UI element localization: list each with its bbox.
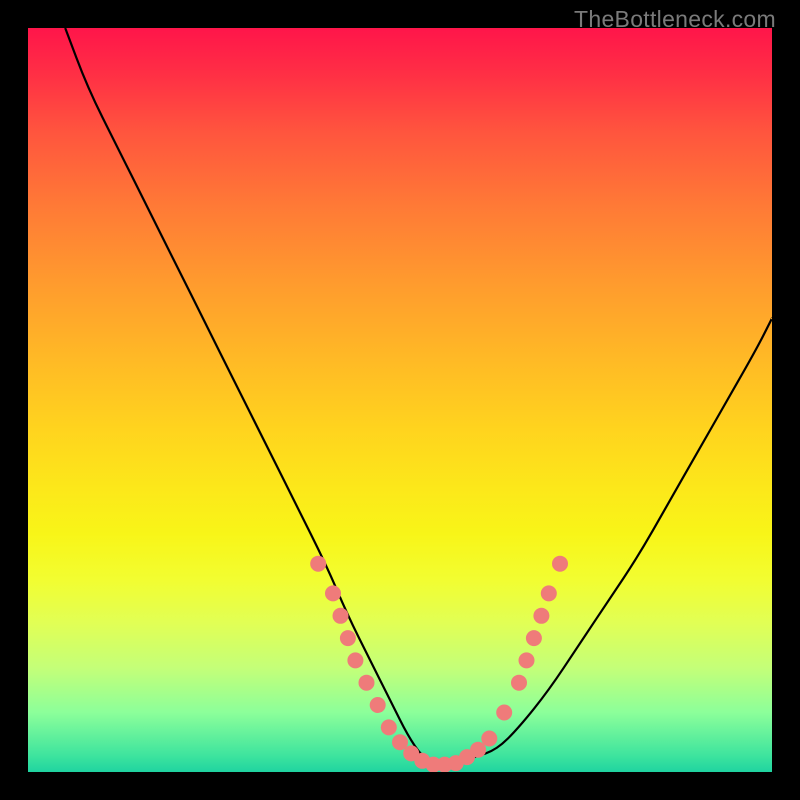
bottleneck-curve-path [65, 28, 772, 765]
sample-dot [310, 556, 326, 572]
sample-dot [533, 608, 549, 624]
plot-area [28, 28, 772, 772]
chart-svg [28, 28, 772, 772]
sample-dot [381, 719, 397, 735]
sample-dot [370, 697, 386, 713]
sample-dot [347, 652, 363, 668]
sample-dot [511, 675, 527, 691]
sample-dot [333, 608, 349, 624]
watermark-text: TheBottleneck.com [574, 6, 776, 33]
sample-dots-group [310, 556, 568, 772]
chart-container: TheBottleneck.com [0, 0, 800, 800]
sample-dot [340, 630, 356, 646]
sample-dot [325, 585, 341, 601]
sample-dot [541, 585, 557, 601]
sample-dot [526, 630, 542, 646]
sample-dot [359, 675, 375, 691]
sample-dot [496, 705, 512, 721]
sample-dot [481, 731, 497, 747]
sample-dot [519, 652, 535, 668]
sample-dot [552, 556, 568, 572]
